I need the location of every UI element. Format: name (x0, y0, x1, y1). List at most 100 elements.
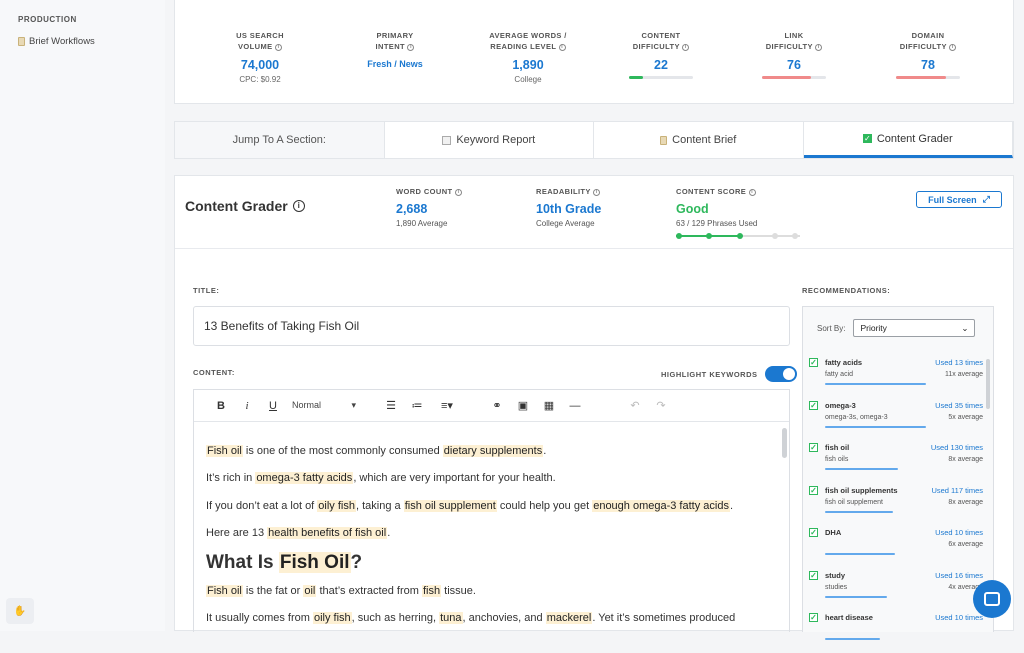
info-icon[interactable]: i (274, 43, 282, 51)
metric-label: READING LEVEL (490, 42, 557, 51)
highlight-keywords-toggle[interactable] (764, 366, 797, 382)
metric-label: DIFFICULTY (765, 42, 813, 51)
difficulty-bar (629, 76, 693, 79)
content-paragraph: Fish oil is the fat or oil that’s extrac… (206, 584, 476, 597)
difficulty-bar-fill (762, 76, 811, 79)
metric-label: DIFFICULTY (632, 42, 680, 51)
chat-icon (984, 592, 1000, 606)
editor-scrollbar[interactable] (782, 428, 787, 458)
horizontal-rule-icon[interactable]: — (562, 400, 588, 412)
info-icon[interactable]: i (949, 43, 957, 51)
score-progress-track (740, 235, 800, 237)
tab-content-brief[interactable]: Content Brief (594, 122, 804, 158)
info-icon[interactable]: i (748, 188, 756, 196)
info-icon[interactable]: i (815, 43, 823, 51)
tab-keyword-report[interactable]: Keyword Report (385, 122, 594, 158)
recommendation-item[interactable]: ✓ omega-3 Used 35 times omega-3s, omega-3 5x… (809, 398, 985, 441)
title-input[interactable]: 13 Benefits of Taking Fish Oil (193, 306, 790, 346)
check-icon[interactable]: ✓ (809, 358, 818, 367)
recommendation-usage[interactable]: Used 35 times (935, 401, 983, 410)
check-icon[interactable]: ✓ (809, 485, 818, 495)
table-icon[interactable]: ▦ (536, 399, 562, 412)
recommendation-item[interactable]: ✓ heart disease Used 10 times (809, 610, 985, 653)
recommendation-item[interactable]: ✓ DHA Used 10 times 6x average (809, 525, 985, 568)
recommendation-usage[interactable]: Used 10 times (935, 613, 983, 622)
undo-icon[interactable]: ↶ (622, 399, 648, 412)
check-icon[interactable]: ✓ (809, 400, 818, 410)
link-icon[interactable]: ⚭ (484, 399, 510, 412)
content-editor[interactable]: B i U Normal ▾ ☰ ≔ ≡▾ ⚭ ▣ ▦ — ↶ ↷ Fish oi… (193, 389, 790, 632)
chat-button[interactable] (973, 580, 1011, 618)
recommendation-usage[interactable]: Used 16 times (935, 571, 983, 580)
info-icon[interactable]: i (292, 200, 305, 212)
tab-content-grader[interactable]: ✓ Content Grader (803, 122, 1013, 158)
recommendation-bar (825, 383, 926, 385)
info-icon[interactable]: i (593, 188, 601, 196)
metric-label: CONTENT (641, 31, 681, 40)
recommendation-usage[interactable]: Used 13 times (935, 358, 983, 367)
metric-value: 74,000 (240, 58, 280, 72)
editor-toolbar: B i U Normal ▾ ☰ ≔ ≡▾ ⚭ ▣ ▦ — ↶ ↷ (194, 390, 789, 422)
content-paragraph: If you don’t eat a lot of oily fish, tak… (206, 499, 734, 512)
redo-icon[interactable]: ↷ (648, 399, 674, 412)
stat-sub: 1,890 Average (396, 219, 448, 228)
metric-search-volume: US SEARCH VOLUME i 74,000 CPC: $0.92 (200, 30, 320, 84)
bold-icon[interactable]: B (208, 400, 234, 412)
sort-select[interactable]: Priority ⌄ (853, 319, 976, 337)
highlighted-keyword: tuna (439, 612, 463, 625)
sidebar-item-brief-workflows[interactable]: Brief Workflows (18, 36, 95, 47)
recommendation-item[interactable]: ✓ study Used 16 times studies 4x average (809, 568, 985, 611)
recommendations-list: ✓ fatty acids Used 13 times fatty acid 11x a… (809, 355, 985, 653)
difficulty-bar-fill (629, 76, 644, 79)
info-icon[interactable]: i (407, 43, 415, 51)
score-step (792, 233, 798, 239)
recommendations-scrollbar[interactable] (986, 359, 990, 409)
recommendation-item[interactable]: ✓ fish oil Used 130 times fish oils 8x avera… (809, 440, 985, 483)
recommendation-bar (825, 425, 926, 428)
recommendation-bar (825, 468, 898, 470)
bullet-list-icon[interactable]: ≔ (404, 399, 430, 412)
recommendation-variants: studies (825, 583, 848, 591)
recommendation-item[interactable]: ✓ fish oil supplements Used 117 times fish … (809, 483, 985, 526)
ordered-list-icon[interactable]: ☰ (378, 399, 404, 412)
check-icon[interactable]: ✓ (809, 613, 818, 622)
section-jump-bar: Jump To A Section: Keyword Report Conten… (174, 121, 1014, 159)
format-select[interactable]: Normal ▾ (292, 400, 356, 411)
info-icon[interactable]: i (682, 43, 690, 51)
info-icon[interactable]: i (558, 43, 566, 51)
recommendation-keyword: fish oil (825, 443, 850, 452)
image-icon[interactable]: ▣ (510, 399, 536, 412)
metric-label: US SEARCH (236, 31, 284, 40)
recommendation-bar (825, 638, 880, 640)
recommendation-keyword: study (825, 570, 846, 580)
recommendation-variants: fish oils (825, 456, 849, 463)
stat-value: 2,688 (396, 202, 428, 216)
metric-primary-intent: PRIMARY INTENT i Fresh / News (335, 30, 455, 69)
italic-icon[interactable]: i (234, 400, 260, 412)
full-screen-button[interactable]: Full Screen ⤢ (916, 191, 1002, 208)
recommendation-usage[interactable]: Used 117 times (931, 486, 983, 495)
metric-sub: CPC: $0.92 (239, 75, 281, 84)
metric-sub: College (514, 75, 542, 84)
check-icon[interactable]: ✓ (809, 570, 818, 580)
highlighted-keyword: oily fish (317, 499, 356, 512)
recommendation-usage[interactable]: Used 10 times (935, 528, 983, 537)
sidebar-item-label: Brief Workflows (29, 36, 95, 47)
underline-icon[interactable]: U (260, 400, 286, 412)
stat-value: Good (676, 202, 709, 216)
metric-domain-difficulty: DOMAIN DIFFICULTY i 78 (868, 30, 988, 79)
align-icon[interactable]: ≡▾ (430, 399, 464, 412)
format-select-value: Normal (292, 400, 322, 410)
hand-icon[interactable]: ✋ (6, 598, 34, 624)
info-icon[interactable]: i (454, 188, 462, 196)
check-icon[interactable]: ✓ (809, 528, 818, 537)
recommendation-item[interactable]: ✓ fatty acids Used 13 times fatty acid 11x a… (809, 355, 985, 398)
difficulty-bar (762, 76, 826, 79)
highlighted-keyword: fish (421, 584, 442, 597)
editor-body[interactable]: Fish oil is one of the most commonly con… (206, 438, 772, 632)
check-icon[interactable]: ✓ (809, 443, 818, 452)
recommendation-keyword: heart disease (825, 613, 873, 622)
highlighted-keyword: Fish oil (206, 584, 243, 597)
recommendation-usage[interactable]: Used 130 times (931, 443, 983, 452)
stat-label: READABILITY (536, 187, 591, 196)
